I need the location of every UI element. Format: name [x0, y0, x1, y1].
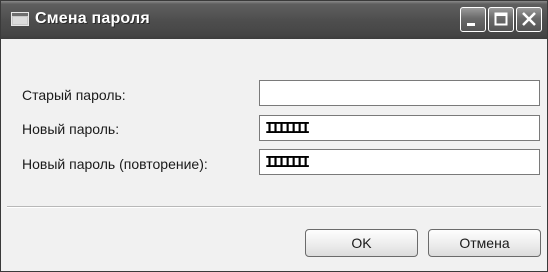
- close-icon: [522, 12, 536, 26]
- title-bar[interactable]: Смена пароля: [1, 1, 547, 39]
- old-password-label: Старый пароль:: [22, 87, 126, 103]
- divider: [7, 206, 541, 208]
- password-change-dialog: Смена пароля Старый пароль: Новый пароль…: [0, 0, 548, 272]
- repeat-password-field[interactable]: IIIIIII: [259, 149, 540, 175]
- maximize-button[interactable]: [488, 7, 514, 32]
- old-password-field[interactable]: [259, 80, 540, 106]
- new-password-field[interactable]: IIIIIII: [259, 115, 540, 141]
- cancel-button[interactable]: Отмена: [428, 229, 541, 257]
- close-button[interactable]: [516, 7, 542, 32]
- minimize-icon: [467, 23, 475, 26]
- maximize-icon: [494, 12, 508, 26]
- repeat-password-label: Новый пароль (повторение):: [22, 156, 208, 172]
- app-window-icon: [11, 12, 29, 26]
- new-password-label: Новый пароль:: [22, 121, 120, 137]
- ok-button[interactable]: OK: [305, 229, 418, 257]
- window-title: Смена пароля: [35, 10, 150, 27]
- minimize-button[interactable]: [460, 7, 486, 32]
